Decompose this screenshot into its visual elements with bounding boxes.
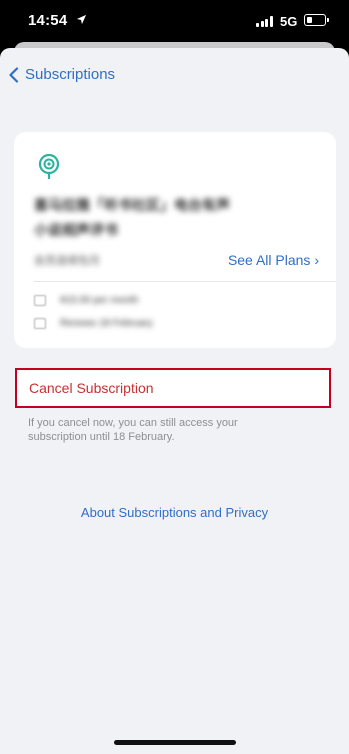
see-all-plans-link[interactable]: See All Plans › (228, 252, 319, 268)
renewal-text: Renews 18 February (60, 318, 153, 329)
back-label: Subscriptions (25, 66, 116, 83)
price-row: ¥15.00 per month (34, 295, 138, 306)
chevron-right-icon: › (314, 252, 319, 268)
see-all-plans-label: See All Plans (227, 252, 311, 268)
home-indicator (114, 740, 236, 745)
cancel-subscription-label: Cancel Subscription (29, 380, 154, 396)
app-title-line2: 小说相声评书 (34, 222, 118, 238)
cancel-subscription-button[interactable]: Cancel Subscription (15, 368, 331, 408)
price-tag-icon (34, 295, 46, 306)
status-bar: 14:54 5G (0, 0, 349, 44)
plan-name: 会员连续包月 (34, 255, 100, 267)
status-time: 14:54 (28, 12, 68, 29)
chevron-left-icon (9, 66, 19, 83)
subscription-card: 喜马拉雅「听书社区」电台有声 小说相声评书 会员连续包月 See All Pla… (14, 132, 336, 348)
cancel-notice: If you cancel now, you can still access … (28, 417, 238, 443)
cellular-signal-icon (256, 16, 274, 27)
subscription-sheet: Subscriptions 喜马拉雅「听书社区」电台有声 小说相声评书 会员连续… (0, 48, 349, 754)
back-button[interactable]: Subscriptions (8, 66, 115, 83)
app-logo-icon (38, 154, 60, 179)
renewal-row: Renews 18 February (34, 318, 153, 329)
battery-icon (304, 14, 329, 26)
price-text: ¥15.00 per month (60, 295, 139, 306)
divider (34, 281, 336, 282)
app-title-line1: 喜马拉雅「听书社区」电台有声 (34, 197, 230, 213)
network-type: 5G (280, 14, 298, 29)
about-subscriptions-link[interactable]: About Subscriptions and Privacy (0, 505, 349, 520)
calendar-icon (34, 318, 46, 329)
location-arrow-icon (76, 14, 87, 25)
